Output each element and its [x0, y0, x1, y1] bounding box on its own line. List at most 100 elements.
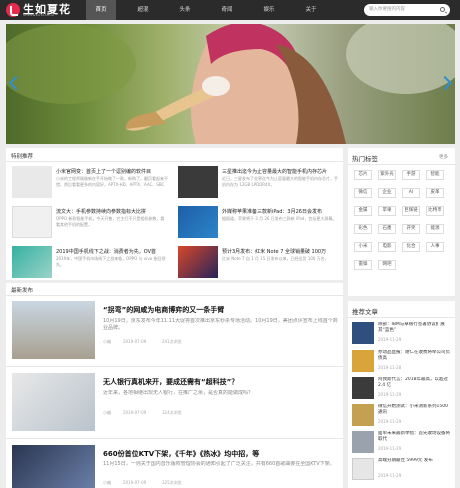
divider	[348, 164, 455, 165]
divider	[6, 438, 343, 439]
featured-item-title[interactable]: 2019中国手机线下之战：消费者为先，OV首	[56, 248, 168, 255]
tag-link[interactable]: 能源	[426, 224, 444, 234]
featured-thumb[interactable]	[178, 206, 218, 238]
article-views: 241次浏览	[162, 339, 182, 344]
article-thumb[interactable]	[12, 301, 95, 359]
recommended-date: 2019-11-29	[378, 419, 402, 424]
tag-link[interactable]: 网吧	[378, 260, 396, 270]
search-input[interactable]: 输入你要搜的内容	[369, 4, 405, 16]
divider	[6, 366, 343, 367]
banner-photo	[6, 24, 455, 144]
article-views: 324次浏览	[162, 410, 182, 415]
recommended-thumb[interactable]	[352, 322, 374, 344]
featured-item-desc: 近日，三星发布了业界迄今为止容量最大的智能手机内存芯片，手机内存为 12GB L…	[222, 176, 338, 187]
site-logo[interactable]: 生如夏花 SHENGRUXIAHUA	[6, 2, 78, 18]
article-title[interactable]: 660份首位KTV下架，《千年》《热冰》均中招，等	[103, 449, 259, 459]
banner-next-arrow[interactable]	[440, 76, 450, 90]
tag-link[interactable]: 金属	[354, 206, 372, 216]
banner-prev-arrow[interactable]	[8, 76, 18, 90]
featured-thumb[interactable]	[12, 206, 52, 238]
tag-link[interactable]: 企业	[378, 188, 396, 198]
article-author[interactable]: 小编	[103, 339, 111, 345]
recommended-thumb[interactable]	[352, 350, 374, 372]
article-thumb[interactable]	[12, 373, 95, 431]
featured-item-title[interactable]: 三星推出迄今为止容量最大的智能手机内存芯片	[222, 168, 338, 175]
article-title[interactable]: “拐弯”的网咸为电商博弈的又一条手臂	[103, 305, 224, 315]
tag-link[interactable]: 石墨	[378, 224, 396, 234]
recommended-thumb[interactable]	[352, 377, 374, 399]
article-title[interactable]: 无人银行真机来开，要成还需有“超科技”？	[103, 377, 238, 387]
hot-tags-more-link[interactable]: 更多	[439, 154, 448, 160]
tag-link[interactable]: 小米	[354, 242, 372, 252]
divider	[6, 161, 343, 162]
logo-icon	[6, 3, 20, 17]
featured-item-desc: 据报道，苹果将于 3 月 26 日发布三款新 iPad，包括更大屏幕。	[222, 216, 337, 221]
featured-thumb[interactable]	[178, 246, 218, 278]
tag-link[interactable]: 微信	[354, 188, 372, 198]
article-author[interactable]: 小编	[103, 410, 111, 416]
nav-item-2[interactable]: 超混	[128, 0, 158, 20]
recommended-title-text[interactable]: 阿我斯代言：2018年最高，以超过2.4 亿	[378, 377, 452, 389]
nav-item-4[interactable]: 奇闻	[212, 0, 242, 20]
latest-title: 最新发布	[11, 288, 34, 294]
featured-item-desc: OPPO 新款智能手机，今天开售，它主打不只是相机参数，看看其他手机的配置，	[56, 216, 165, 227]
article-date: 2019-07-09	[123, 410, 147, 415]
tag-link[interactable]: 雷锋	[354, 260, 372, 270]
tag-link[interactable]: 苹果	[378, 206, 396, 216]
article-excerpt: 10月19日，京东发布今年11.11大促将首次推出京东秒杀专场活动。10月19日…	[103, 318, 338, 331]
tag-link[interactable]: 手游	[402, 170, 420, 180]
featured-thumb[interactable]	[12, 246, 52, 278]
logo-subtext: SHENGRUXIAHUA	[23, 13, 55, 17]
recommended-title-text[interactable]: 微信开始测试：小米测新系列1500通讯	[378, 404, 452, 416]
recommended-title-text[interactable]: 除部：IBM与卓银行签署协议扩展其“蓝色”	[378, 322, 452, 334]
article-author[interactable]: 小编	[103, 480, 111, 486]
featured-title: 特别推荐	[11, 154, 34, 160]
hero-banner[interactable]	[6, 24, 455, 144]
recommended-title-text[interactable]: 高端分期最佳 5999元 发布	[378, 458, 452, 470]
nav-item-6[interactable]: 关于	[296, 0, 326, 20]
article-date: 2019-07-09	[123, 339, 147, 344]
article-excerpt: 11月15日，一则关于国内音乐版权管理协会的通知引起了广泛关注，共有660首歌曲…	[103, 461, 335, 467]
featured-item-title[interactable]: 预计3月发布：红米 Note 7 全球销量破 100万	[222, 248, 338, 255]
tag-link[interactable]: 开奖	[402, 224, 420, 234]
search-icon[interactable]	[440, 7, 445, 12]
featured-item-title[interactable]: 外媒称苹果准备三款新iPad：3月26日会发布	[222, 208, 338, 215]
featured-item-title[interactable]: 小米官网变：首页上了一个逗别编的软件目	[56, 168, 168, 175]
recommended-date: 2019-11-28	[378, 365, 402, 370]
hot-tags-title: 热门标签	[352, 155, 378, 163]
tag-link[interactable]: 芯片	[354, 170, 372, 180]
tag-link[interactable]: 皮革	[426, 188, 444, 198]
tag-link[interactable]: AI	[402, 188, 420, 198]
tag-link[interactable]: 比特币	[426, 206, 444, 216]
divider	[6, 295, 343, 296]
recommended-title-text[interactable]: 面单未来最新举措：首先收场设备将取代	[378, 431, 452, 443]
recommended-date: 2019-11-29	[378, 446, 402, 451]
featured-item-desc: 红米 Note 7 自 1 月 15 日发布以来，已经出货 100 万台。	[222, 256, 329, 261]
tag-link[interactable]: 化合	[402, 242, 420, 252]
featured-item-title[interactable]: 流文大：手机参数持续向参数指标大比拼	[56, 208, 168, 215]
recommended-thumb[interactable]	[352, 431, 374, 453]
nav-item-3[interactable]: 头条	[170, 0, 200, 20]
article-thumb[interactable]	[12, 445, 95, 488]
article-excerpt: 近年来，各地相继出现无人银行，在推广之余，是否真的能做成吗？	[103, 390, 254, 396]
nav-item-5[interactable]: 娱乐	[254, 0, 284, 20]
article-date: 2019-07-09	[123, 480, 147, 485]
tag-link[interactable]: 巨辉链	[402, 206, 420, 216]
tag-link[interactable]: 彩色	[354, 224, 372, 234]
nav-home[interactable]: 首页	[86, 0, 116, 20]
recommended-title-text[interactable]: 亦动品直报：谢仁在收费将牵公司负债高	[378, 350, 452, 362]
tag-link[interactable]: 智能	[426, 170, 444, 180]
recommended-date: 2019-11-29	[378, 392, 402, 397]
tag-link[interactable]: 紫外光	[378, 170, 396, 180]
divider	[348, 317, 455, 318]
recommended-thumb[interactable]	[352, 404, 374, 426]
featured-thumb[interactable]	[178, 166, 218, 198]
search-box[interactable]: 输入你要搜的内容	[364, 4, 450, 16]
tag-link[interactable]: 电影	[378, 242, 396, 252]
featured-item-desc: 2019年，中国手机市场线下之战来临，OPPO 与 vivo 依旧领先。	[56, 256, 166, 267]
tag-link[interactable]: 人事	[426, 242, 444, 252]
recommended-title: 推荐文章	[352, 308, 378, 316]
recommended-date: 2019-11-29	[378, 473, 402, 478]
recommended-thumb[interactable]	[352, 458, 374, 480]
featured-thumb[interactable]	[12, 166, 52, 198]
